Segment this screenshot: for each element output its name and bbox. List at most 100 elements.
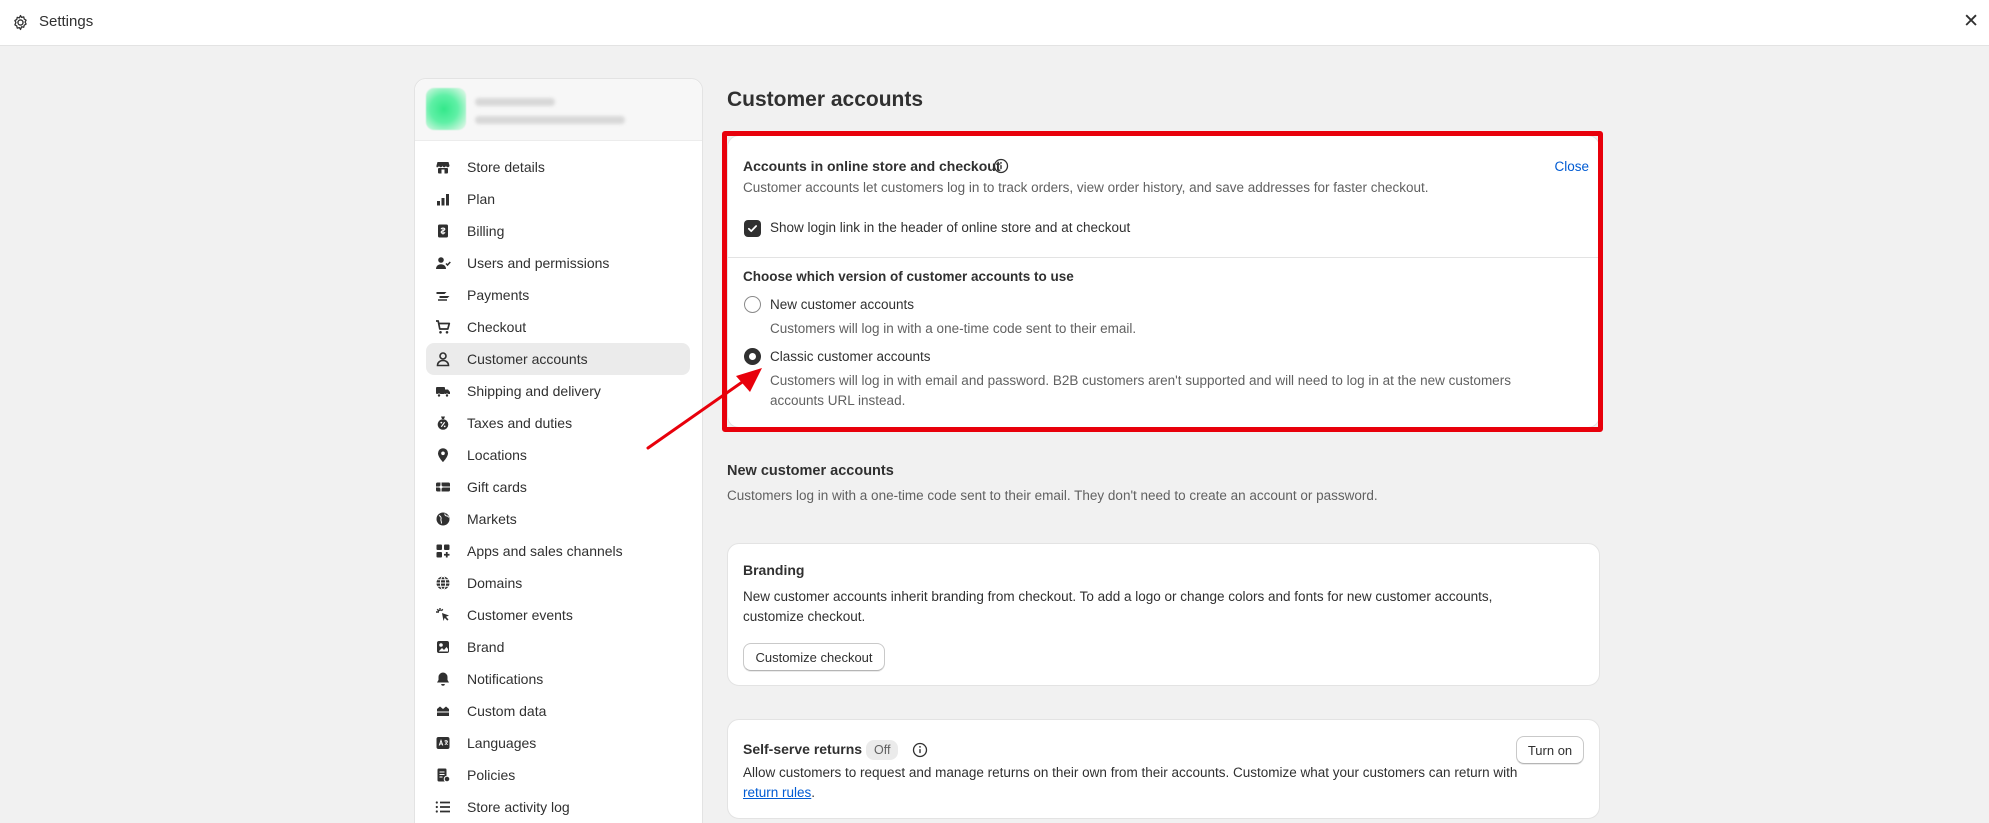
policies-icon (434, 767, 451, 784)
list-icon (434, 799, 451, 816)
branding-heading: Branding (743, 562, 805, 578)
plan-icon (434, 191, 451, 208)
sidebar-item-label: Shipping and delivery (467, 383, 601, 399)
sidebar-item-label: Languages (467, 735, 537, 751)
sidebar-item-label: Brand (467, 639, 505, 655)
sidebar-item-label: Users and permissions (467, 255, 610, 271)
sidebar-item-label: Gift cards (467, 479, 527, 495)
sidebar-item-label: Customer events (467, 607, 573, 623)
checkmark-icon (747, 225, 758, 233)
close-link[interactable]: Close (1554, 159, 1589, 174)
sidebar-item-domains[interactable]: Domains (426, 567, 690, 599)
sidebar-item-checkout[interactable]: Checkout (426, 311, 690, 343)
sidebar-item-label: Store details (467, 159, 545, 175)
branding-card: Branding New customer accounts inherit b… (727, 543, 1600, 686)
sidebar-item-customer-events[interactable]: Customer events (426, 599, 690, 631)
database-icon (434, 703, 451, 720)
sidebar-item-label: Policies (467, 767, 516, 783)
sidebar-item-label: Custom data (467, 703, 547, 719)
accounts-heading: Accounts in online store and checkout (743, 158, 1001, 174)
sidebar-item-languages[interactable]: Languages (426, 727, 690, 759)
status-badge: Off (866, 740, 899, 760)
brand-icon (434, 639, 451, 656)
sidebar-item-billing[interactable]: Billing (426, 215, 690, 247)
annotation-arrow-icon (646, 368, 762, 450)
settings-topbar: Settings ✕ (0, 0, 1989, 46)
sidebar-item-label: Domains (467, 575, 523, 591)
sidebar-item-users-and-permissions[interactable]: Users and permissions (426, 247, 690, 279)
sidebar-item-custom-data[interactable]: Custom data (426, 695, 690, 727)
users-icon (434, 255, 451, 272)
classic-accounts-help-line2: accounts URL instead. (770, 393, 906, 408)
version-heading: Choose which version of customer account… (743, 269, 1074, 284)
bell-icon (434, 671, 451, 688)
new-accounts-label[interactable]: New customer accounts (770, 297, 914, 312)
returns-description-line2: return rules. (743, 785, 815, 800)
info-icon[interactable] (912, 742, 928, 758)
sidebar-item-label: Payments (467, 287, 530, 303)
sidebar-item-label: Checkout (467, 319, 527, 335)
info-icon[interactable] (993, 158, 1009, 174)
sidebar-item-plan[interactable]: Plan (426, 183, 690, 215)
store-name-redacted (475, 98, 555, 106)
sidebar-item-label: Billing (467, 223, 505, 239)
sidebar-item-label: Plan (467, 191, 496, 207)
show-login-link-checkbox[interactable] (744, 220, 761, 237)
sidebar-nav: Store details Plan Billing Users and permis… (426, 151, 690, 823)
sidebar-item-notifications[interactable]: Notifications (426, 663, 690, 695)
accounts-description: Customer accounts let customers log in t… (743, 180, 1429, 195)
apps-icon (434, 543, 451, 560)
new-accounts-radio[interactable] (744, 296, 761, 313)
cart-icon (434, 319, 451, 336)
sidebar-item-store-activity-log[interactable]: Store activity log (426, 791, 690, 823)
gift-card-icon (434, 479, 451, 496)
new-accounts-section-description: Customers log in with a one-time code se… (727, 488, 1378, 503)
return-rules-link[interactable]: return rules (743, 785, 811, 800)
branding-text-line1: New customer accounts inherit branding f… (743, 589, 1493, 604)
sidebar-item-label: Locations (467, 447, 527, 463)
close-window-icon[interactable]: ✕ (1963, 10, 1979, 34)
truck-icon (434, 383, 451, 400)
sidebar-item-label: Notifications (467, 671, 544, 687)
sidebar-item-apps-and-sales-channels[interactable]: Apps and sales channels (426, 535, 690, 567)
store-icon (434, 159, 451, 176)
sidebar-item-label: Markets (467, 511, 517, 527)
classic-accounts-help-line1: Customers will log in with email and pas… (770, 373, 1511, 388)
language-icon (434, 735, 451, 752)
returns-description: Allow customers to request and manage re… (743, 765, 1518, 780)
store-url-redacted (475, 116, 625, 124)
store-switcher[interactable] (415, 79, 702, 141)
sidebar-item-policies[interactable]: Policies (426, 759, 690, 791)
window-title: Settings (39, 13, 94, 30)
payments-icon (434, 287, 451, 304)
sentence-end: . (811, 785, 816, 800)
globe-icon (434, 511, 451, 528)
page-title: Customer accounts (727, 88, 924, 111)
branding-text-line2: customize checkout. (743, 609, 866, 624)
new-accounts-section-heading: New customer accounts (727, 463, 894, 479)
sidebar-item-label: Customer accounts (467, 351, 588, 367)
customize-checkout-button[interactable]: Customize checkout (743, 643, 885, 671)
show-login-link-label[interactable]: Show login link in the header of online … (770, 220, 1130, 235)
new-accounts-help: Customers will log in with a one-time co… (770, 321, 1137, 336)
store-avatar (426, 88, 466, 130)
sidebar-item-store-details[interactable]: Store details (426, 151, 690, 183)
sidebar-item-label: Store activity log (467, 799, 570, 815)
gear-icon (14, 14, 27, 31)
section-divider (728, 257, 1599, 258)
classic-accounts-label[interactable]: Classic customer accounts (770, 349, 931, 364)
sidebar-item-label: Taxes and duties (467, 415, 573, 431)
sidebar-item-gift-cards[interactable]: Gift cards (426, 471, 690, 503)
sidebar-item-label: Apps and sales channels (467, 543, 623, 559)
person-icon (434, 351, 451, 368)
billing-icon (434, 223, 451, 240)
self-serve-returns-card: Self-serve returns Off Turn on Allow cus… (727, 719, 1600, 819)
turn-on-button[interactable]: Turn on (1516, 736, 1584, 764)
location-icon (434, 447, 451, 464)
sidebar-item-payments[interactable]: Payments (426, 279, 690, 311)
sidebar-item-brand[interactable]: Brand (426, 631, 690, 663)
accounts-settings-card: Accounts in online store and checkout Cl… (727, 135, 1600, 428)
sidebar-item-markets[interactable]: Markets (426, 503, 690, 535)
domains-icon (434, 575, 451, 592)
cursor-icon (434, 607, 451, 624)
